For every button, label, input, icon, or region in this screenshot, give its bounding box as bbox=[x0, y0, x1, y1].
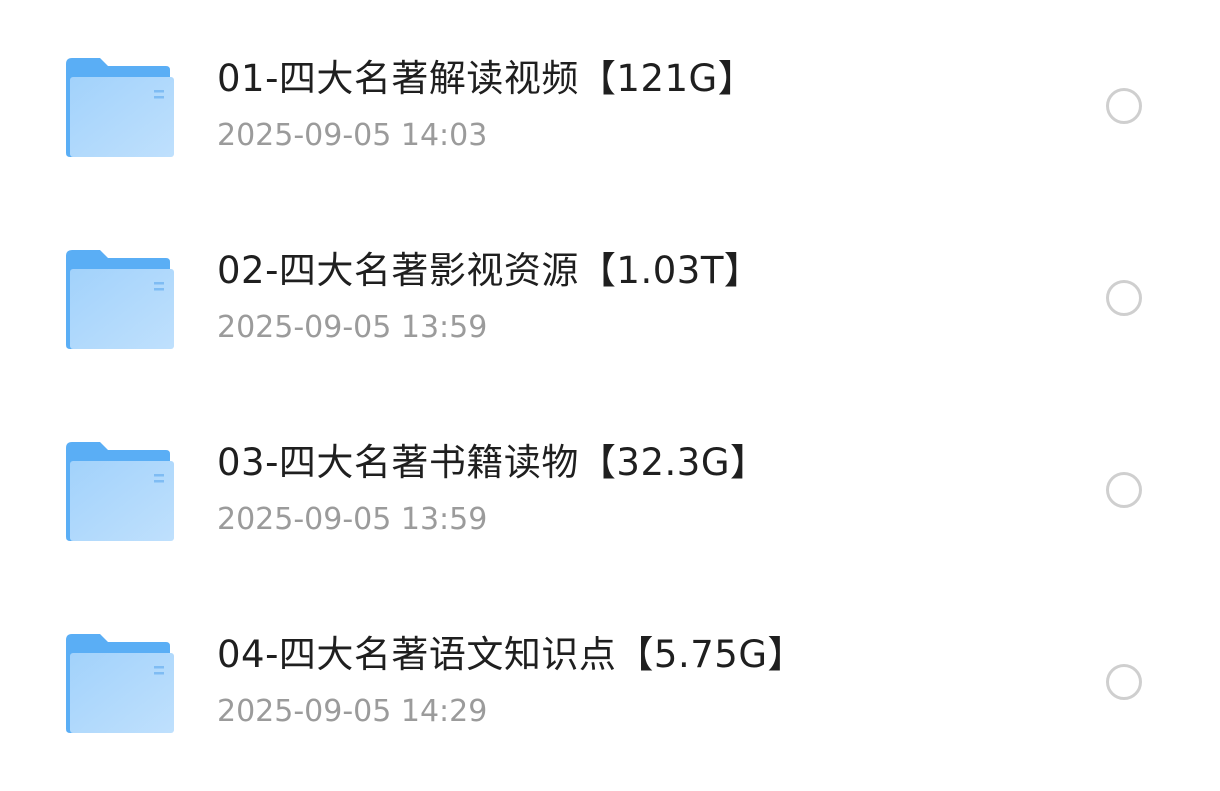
file-name: 03-四大名著书籍读物【32.3G】 bbox=[217, 441, 768, 484]
folder-icon bbox=[66, 442, 174, 541]
file-row[interactable]: 04-四大名著语文知识点【5.75G】 2025-09-05 14:29 bbox=[0, 576, 1220, 768]
file-list: 01-四大名著解读视频【121G】 2025-09-05 14:03 02-四大… bbox=[0, 0, 1220, 791]
folder-icon bbox=[66, 250, 174, 349]
file-name: 04-四大名著语文知识点【5.75G】 bbox=[217, 633, 805, 676]
file-row[interactable]: 03-四大名著书籍读物【32.3G】 2025-09-05 13:59 bbox=[0, 384, 1220, 576]
file-date: 2025-09-05 13:59 bbox=[217, 310, 488, 345]
file-date: 2025-09-05 14:29 bbox=[217, 694, 488, 729]
file-row[interactable]: 02-四大名著影视资源【1.03T】 2025-09-05 13:59 bbox=[0, 192, 1220, 384]
file-date: 2025-09-05 14:03 bbox=[217, 118, 488, 153]
select-radio[interactable] bbox=[1106, 664, 1142, 700]
folder-icon bbox=[66, 634, 174, 733]
file-name: 02-四大名著影视资源【1.03T】 bbox=[217, 249, 762, 292]
file-row[interactable]: 01-四大名著解读视频【121G】 2025-09-05 14:03 bbox=[0, 0, 1220, 192]
select-radio[interactable] bbox=[1106, 88, 1142, 124]
file-date: 2025-09-05 13:59 bbox=[217, 502, 488, 537]
select-radio[interactable] bbox=[1106, 472, 1142, 508]
select-radio[interactable] bbox=[1106, 280, 1142, 316]
file-name: 01-四大名著解读视频【121G】 bbox=[217, 57, 756, 100]
folder-icon bbox=[66, 58, 174, 157]
